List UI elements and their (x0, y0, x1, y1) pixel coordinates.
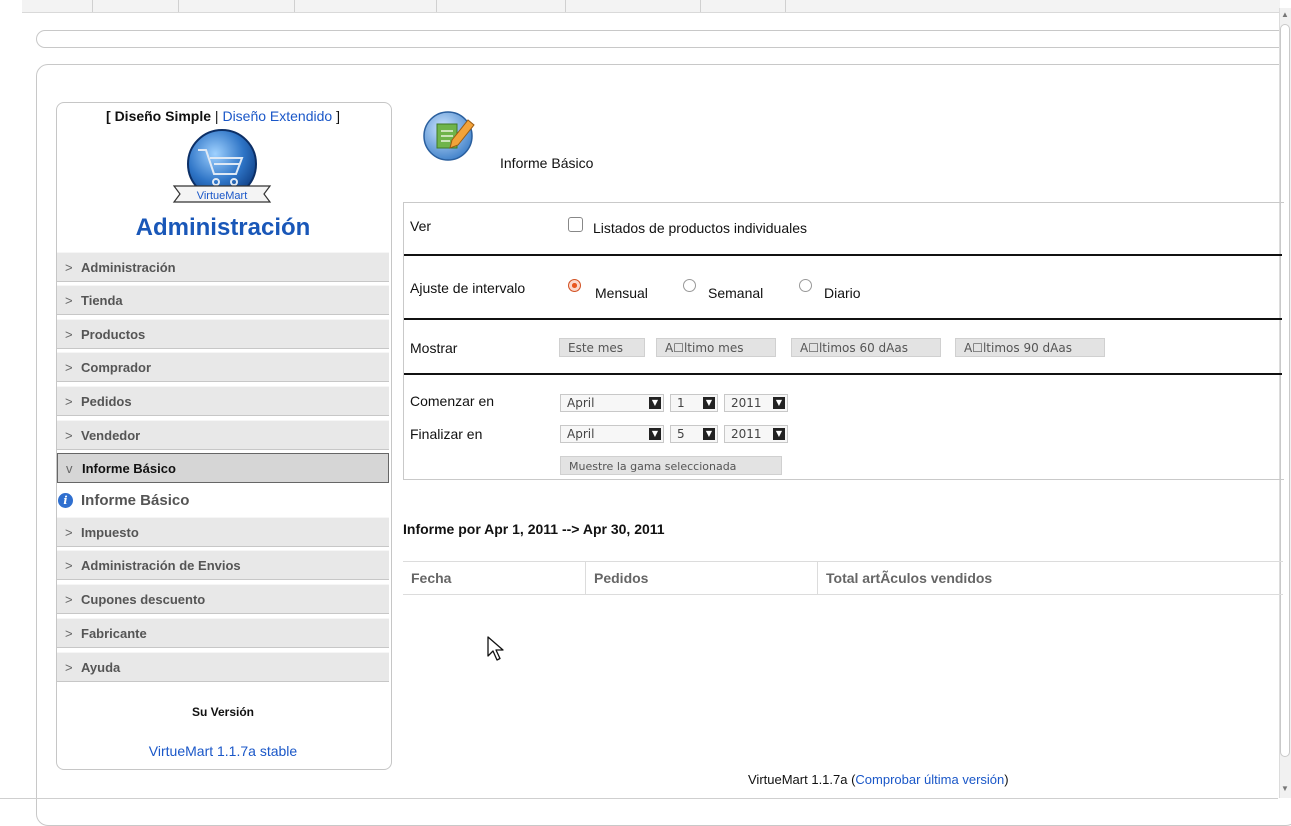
chevron-right-icon: > (65, 293, 73, 308)
chevron-right-icon: > (65, 626, 73, 641)
last-60-days-button[interactable]: A☐ltimos 60 dAas (791, 338, 941, 357)
this-month-button[interactable]: Este mes (559, 338, 645, 357)
start-month-select[interactable]: April ▼ (560, 394, 664, 412)
end-year-select[interactable]: 2011 ▼ (724, 425, 788, 443)
dropdown-arrow-icon: ▼ (649, 428, 661, 440)
chevron-right-icon: > (65, 558, 73, 573)
chevron-right-icon: > (65, 394, 73, 409)
column-header-fecha[interactable]: Fecha (403, 562, 585, 594)
interval-monthly-radio[interactable] (568, 279, 581, 292)
chevron-right-icon: > (65, 360, 73, 375)
divider (404, 254, 1282, 256)
last-month-button[interactable]: A☐ltimo mes (656, 338, 776, 357)
dropdown-arrow-icon: ▼ (773, 428, 785, 440)
sidebar-item-fabricante[interactable]: > Fabricante (57, 618, 389, 648)
end-date-label: Finalizar en (410, 426, 483, 442)
top-rounded-bar (36, 30, 1288, 48)
simple-layout-link[interactable]: Diseño Simple (115, 108, 211, 124)
logo-wordmark: VirtueMart (197, 190, 248, 202)
individual-products-checkbox[interactable] (568, 217, 583, 232)
virtuemart-logo-icon: VirtueMart (172, 129, 272, 203)
sidebar-item-informe-basico[interactable]: v Informe Básico (57, 453, 389, 483)
scroll-down-arrow-icon[interactable]: ▼ (1280, 784, 1290, 794)
chevron-right-icon: > (65, 428, 73, 443)
chevron-right-icon: > (65, 660, 73, 675)
interval-daily-radio[interactable] (799, 279, 812, 292)
sidebar-subitem-informe-basico[interactable]: i Informe Básico (58, 490, 189, 512)
interval-weekly-label: Semanal (708, 285, 764, 301)
interval-weekly-radio[interactable] (683, 279, 696, 292)
start-year-select[interactable]: 2011 ▼ (724, 394, 788, 412)
last-90-days-button[interactable]: A☐ltimos 90 dAas (955, 338, 1105, 357)
end-month-select[interactable]: April ▼ (560, 425, 664, 443)
column-header-pedidos[interactable]: Pedidos (585, 562, 817, 594)
scroll-up-arrow-icon[interactable]: ▲ (1280, 10, 1290, 20)
sidebar-item-tienda[interactable]: > Tienda (57, 285, 389, 315)
dropdown-arrow-icon: ▼ (649, 397, 661, 409)
bracket-open: [ (106, 108, 115, 124)
show-range-button[interactable]: Muestre la gama seleccionada (560, 456, 782, 475)
individual-products-label: Listados de productos individuales (593, 220, 808, 236)
sidebar-item-ayuda[interactable]: > Ayuda (57, 652, 389, 682)
interval-daily-label: Diario (824, 285, 861, 301)
dropdown-arrow-icon: ▼ (703, 428, 715, 440)
divider (404, 373, 1282, 375)
report-edit-icon (423, 111, 475, 161)
sidebar-item-productos[interactable]: > Productos (57, 319, 389, 349)
version-value: VirtueMart 1.1.7a stable (148, 743, 298, 759)
sidebar-item-cupones[interactable]: > Cupones descuento (57, 584, 389, 614)
start-day-select[interactable]: 1 ▼ (670, 394, 718, 412)
mostrar-label: Mostrar (410, 340, 458, 356)
start-date-label: Comenzar en (410, 393, 495, 409)
dropdown-arrow-icon: ▼ (773, 397, 785, 409)
frame-bottom-border (0, 798, 1278, 799)
chevron-right-icon: > (65, 260, 73, 275)
layout-switch: [ Diseño Simple | Diseño Extendido ] (56, 108, 390, 124)
column-header-total-articulos[interactable]: Total artÃculos vendidos (817, 562, 1283, 594)
chevron-right-icon: > (65, 525, 73, 540)
admin-title: Administración (135, 214, 311, 241)
end-day-select[interactable]: 5 ▼ (670, 425, 718, 443)
page-heading: Informe Básico (500, 155, 594, 171)
dropdown-arrow-icon: ▼ (703, 397, 715, 409)
report-title: Informe por Apr 1, 2011 --> Apr 30, 2011 (403, 521, 665, 537)
sidebar-item-comprador[interactable]: > Comprador (57, 352, 389, 382)
interval-label: Ajuste de intervalo (410, 280, 526, 296)
divider (404, 318, 1282, 320)
sidebar-item-impuesto[interactable]: > Impuesto (57, 517, 389, 547)
mouse-pointer-icon (487, 636, 504, 661)
top-strip (22, 0, 1280, 13)
sidebar-item-vendedor[interactable]: > Vendedor (57, 420, 389, 450)
sidebar-item-administracion[interactable]: > Administración (57, 252, 389, 282)
layout-separator: | (211, 108, 223, 124)
version-title: Su Versión (191, 705, 255, 719)
bracket-close: ] (332, 108, 340, 124)
sidebar-item-pedidos[interactable]: > Pedidos (57, 386, 389, 416)
chevron-right-icon: > (65, 327, 73, 342)
chevron-down-icon: v (66, 461, 73, 476)
footer-version: VirtueMart 1.1.7a (Comprobar última vers… (748, 772, 1009, 787)
report-table-header: Fecha Pedidos Total artÃculos vendidos (403, 561, 1283, 595)
chevron-right-icon: > (65, 592, 73, 607)
info-icon: i (58, 493, 73, 508)
sidebar-item-envios[interactable]: > Administración de Envios (57, 550, 389, 580)
ver-label: Ver (410, 218, 432, 234)
extended-layout-link[interactable]: Diseño Extendido (222, 108, 332, 124)
check-latest-version-link[interactable]: Comprobar última versión (855, 772, 1004, 787)
interval-monthly-label: Mensual (595, 285, 648, 301)
